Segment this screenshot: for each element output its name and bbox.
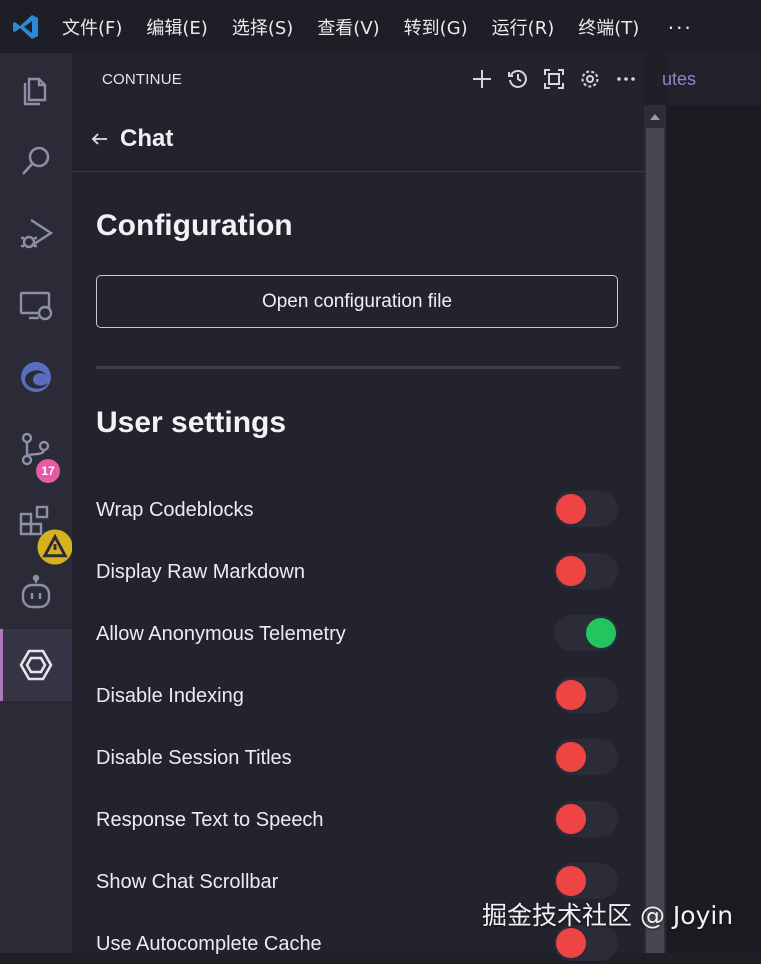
setting-label: Disable Session Titles	[96, 746, 292, 769]
activity-search[interactable]	[0, 125, 72, 197]
continue-icon	[19, 649, 53, 681]
menu-file[interactable]: 文件(F)	[62, 14, 122, 40]
setting-toggle[interactable]	[554, 677, 618, 713]
continue-panel: CONTINUE Chat Configuration Open configu…	[72, 53, 644, 961]
setting-row: Display Raw Markdown	[96, 552, 620, 592]
editor-tab[interactable]: utes	[662, 53, 761, 105]
toggle-knob	[556, 928, 586, 958]
settings-button[interactable]	[572, 65, 608, 93]
setting-row: Allow Anonymous Telemetry	[96, 614, 620, 654]
gear-icon	[581, 70, 599, 88]
chat-header: Chat	[72, 106, 644, 172]
toggle-knob	[556, 804, 586, 834]
history-icon	[508, 70, 527, 88]
setting-label: Show Chat Scrollbar	[96, 870, 279, 893]
section-divider	[96, 366, 620, 369]
activity-source-control[interactable]: 17	[0, 413, 72, 485]
setting-row: Wrap Codeblocks	[96, 490, 620, 530]
vscode-logo-icon	[13, 14, 38, 39]
setting-label: Use Autocomplete Cache	[96, 932, 322, 955]
run-debug-icon	[21, 218, 54, 249]
activity-remote-explorer[interactable]	[0, 269, 72, 341]
history-button[interactable]	[500, 65, 536, 93]
toggle-knob	[586, 618, 616, 648]
more-actions-button[interactable]	[608, 65, 644, 93]
toggle-knob	[556, 866, 586, 896]
search-icon	[22, 146, 50, 175]
source-control-badge: 17	[36, 459, 60, 483]
menu-run[interactable]: 运行(R)	[492, 14, 555, 40]
activity-bar: 17	[0, 53, 73, 953]
arrow-left-icon[interactable]	[90, 129, 110, 149]
setting-toggle[interactable]	[554, 491, 618, 527]
plus-icon	[473, 70, 491, 88]
activity-copilot[interactable]	[0, 557, 72, 629]
panel-actions	[464, 65, 644, 93]
more-icon	[617, 77, 635, 81]
configuration-heading: Configuration	[96, 209, 293, 242]
setting-label: Response Text to Speech	[96, 808, 324, 831]
menu-go[interactable]: 转到(G)	[404, 14, 468, 40]
scroll-thumb[interactable]	[646, 128, 664, 953]
setting-toggle[interactable]	[554, 801, 618, 837]
activity-explorer[interactable]	[0, 53, 72, 125]
panel-title: CONTINUE	[102, 70, 182, 88]
activity-run-debug[interactable]	[0, 197, 72, 269]
activity-continue[interactable]	[0, 629, 72, 701]
setting-label: Allow Anonymous Telemetry	[96, 622, 346, 645]
editor-tab-label: utes	[662, 69, 697, 89]
toggle-knob	[556, 494, 586, 524]
setting-toggle[interactable]	[554, 615, 618, 651]
watermark: 掘金技术社区 @ Joyin	[482, 901, 734, 930]
panel-scrollbar[interactable]	[644, 105, 666, 953]
new-session-button[interactable]	[464, 65, 500, 93]
scroll-up-icon[interactable]	[650, 114, 660, 120]
chat-title: Chat	[120, 124, 174, 152]
setting-row: Disable Session Titles	[96, 738, 620, 778]
menu-view[interactable]: 查看(V)	[317, 14, 379, 40]
open-configuration-file-button[interactable]: Open configuration file	[96, 275, 618, 328]
setting-toggle[interactable]	[554, 553, 618, 589]
setting-label: Disable Indexing	[96, 684, 244, 707]
setting-row: Response Text to Speech	[96, 800, 620, 840]
menu-terminal[interactable]: 终端(T)	[578, 14, 639, 40]
explorer-icon	[23, 77, 47, 106]
copilot-icon	[21, 574, 51, 609]
activity-extensions[interactable]	[0, 485, 73, 565]
editor-area: utes	[662, 53, 761, 953]
remote-explorer-icon	[19, 291, 53, 321]
menu-bar: 文件(F) 编辑(E) 选择(S) 查看(V) 转到(G) 运行(R) 终端(T…	[0, 0, 761, 53]
setting-label: Wrap Codeblocks	[96, 498, 254, 521]
edge-icon	[21, 362, 51, 392]
panel-header: CONTINUE	[72, 53, 644, 105]
toggle-knob	[556, 680, 586, 710]
fullscreen-icon	[544, 69, 564, 89]
menu-more-icon[interactable]: ···	[667, 14, 692, 40]
menu-selection[interactable]: 选择(S)	[232, 14, 293, 40]
setting-toggle[interactable]	[554, 739, 618, 775]
toggle-knob	[556, 556, 586, 586]
fullscreen-button[interactable]	[536, 65, 572, 93]
user-settings-heading: User settings	[96, 406, 287, 439]
setting-label: Display Raw Markdown	[96, 560, 305, 583]
activity-edge[interactable]	[0, 341, 72, 413]
menu-edit[interactable]: 编辑(E)	[146, 14, 207, 40]
setting-row: Disable Indexing	[96, 676, 620, 716]
setting-toggle[interactable]	[554, 863, 618, 899]
toggle-knob	[556, 742, 586, 772]
